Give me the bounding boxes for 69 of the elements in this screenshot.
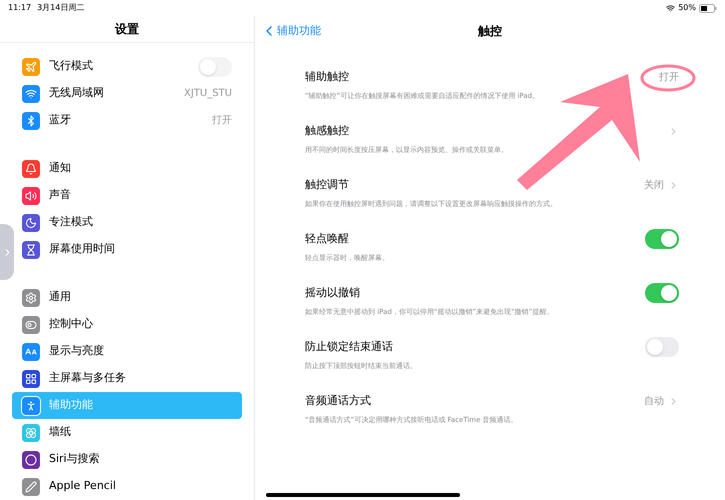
item-label: 飞行模式 <box>49 58 94 74</box>
text-size-icon <box>22 342 40 360</box>
wifi-icon <box>22 84 40 102</box>
battery-percent: 50% <box>678 2 696 14</box>
battery-icon <box>699 4 717 12</box>
status-time: 11:17 <box>8 2 32 14</box>
bell-icon <box>22 160 40 178</box>
row-title: 辅助触控 <box>305 68 349 85</box>
toggle-switch[interactable] <box>645 337 679 357</box>
item-label: Apple Pencil <box>49 478 117 494</box>
bluetooth-icon <box>22 112 40 130</box>
item-label: 蓝牙 <box>49 112 72 128</box>
row-title: 轻点唤醒 <box>305 230 349 247</box>
status-date: 3月14日周二 <box>37 2 84 14</box>
moon-icon <box>22 214 40 232</box>
sidebar-item[interactable]: 主屏幕与多任务 <box>12 365 242 392</box>
item-label: 屏幕使用时间 <box>49 241 116 258</box>
speaker-icon <box>22 186 40 204</box>
flower-icon <box>22 424 40 442</box>
person-icon <box>22 396 40 414</box>
page-title: 触控 <box>478 23 502 40</box>
item-label: 通用 <box>49 289 72 306</box>
item-label: 显示与亮度 <box>49 343 105 360</box>
sidebar-item[interactable]: 飞行模式 <box>12 53 242 80</box>
sidebar-item[interactable]: 专注模式 <box>12 209 242 236</box>
sidebar-item[interactable]: 控制中心 <box>12 311 242 338</box>
pencil-icon <box>22 478 40 496</box>
sidebar-item[interactable]: 屏幕使用时间 <box>12 236 242 263</box>
switches-icon <box>22 316 40 334</box>
gear-icon <box>22 288 40 306</box>
row-title: 音频通话方式 <box>305 392 371 409</box>
airplane-icon <box>22 58 40 76</box>
item-label: 辅助功能 <box>49 397 94 414</box>
item-label: 无线局域网 <box>49 85 105 102</box>
row-title: 摇动以撤销 <box>305 284 360 301</box>
item-label: Siri与搜索 <box>49 451 101 468</box>
item-value: XJTU_STU <box>184 87 232 101</box>
sidebar-item[interactable]: 通知 <box>12 155 242 182</box>
row-title: 触感触控 <box>305 122 349 139</box>
sidebar-item[interactable]: 显示与亮度 <box>12 338 242 365</box>
toggle-switch[interactable] <box>198 56 232 76</box>
sidebar-item[interactable]: 蓝牙 打开 <box>12 107 242 134</box>
sidebar-item[interactable]: 无线局域网 XJTU_STU <box>12 80 242 107</box>
annotation-circle <box>640 64 696 92</box>
sidebar-item[interactable]: 声音 <box>12 182 242 209</box>
sidebar-item[interactable]: 墙纸 <box>12 419 242 446</box>
item-value: 打开 <box>212 114 232 128</box>
grid-icon <box>22 370 40 388</box>
row-value: 打开 <box>659 70 679 84</box>
floating-handle[interactable] <box>0 224 14 280</box>
wifi-icon <box>666 4 676 12</box>
sidebar-title: 设置 <box>115 21 139 38</box>
orb-icon <box>22 450 40 468</box>
sidebar-item[interactable]: 通用 <box>12 284 242 311</box>
item-label: 墙纸 <box>49 424 72 440</box>
sidebar-item[interactable]: Apple Pencil <box>12 473 242 500</box>
item-label: 控制中心 <box>49 316 94 332</box>
sidebar-item[interactable]: Siri与搜索 <box>12 446 242 473</box>
item-label: 声音 <box>49 187 72 204</box>
item-label: 专注模式 <box>49 214 94 230</box>
row-title: 防止锁定结束通话 <box>305 338 393 355</box>
toggle-switch[interactable] <box>645 283 679 303</box>
hourglass-icon <box>22 240 40 258</box>
item-label: 主屏幕与多任务 <box>49 370 127 386</box>
toggle-switch[interactable] <box>645 229 679 249</box>
row-value: 关闭 <box>644 178 664 192</box>
row-value: 自动 <box>644 394 664 408</box>
item-label: 通知 <box>49 160 72 176</box>
row-title: 触控调节 <box>305 176 349 193</box>
